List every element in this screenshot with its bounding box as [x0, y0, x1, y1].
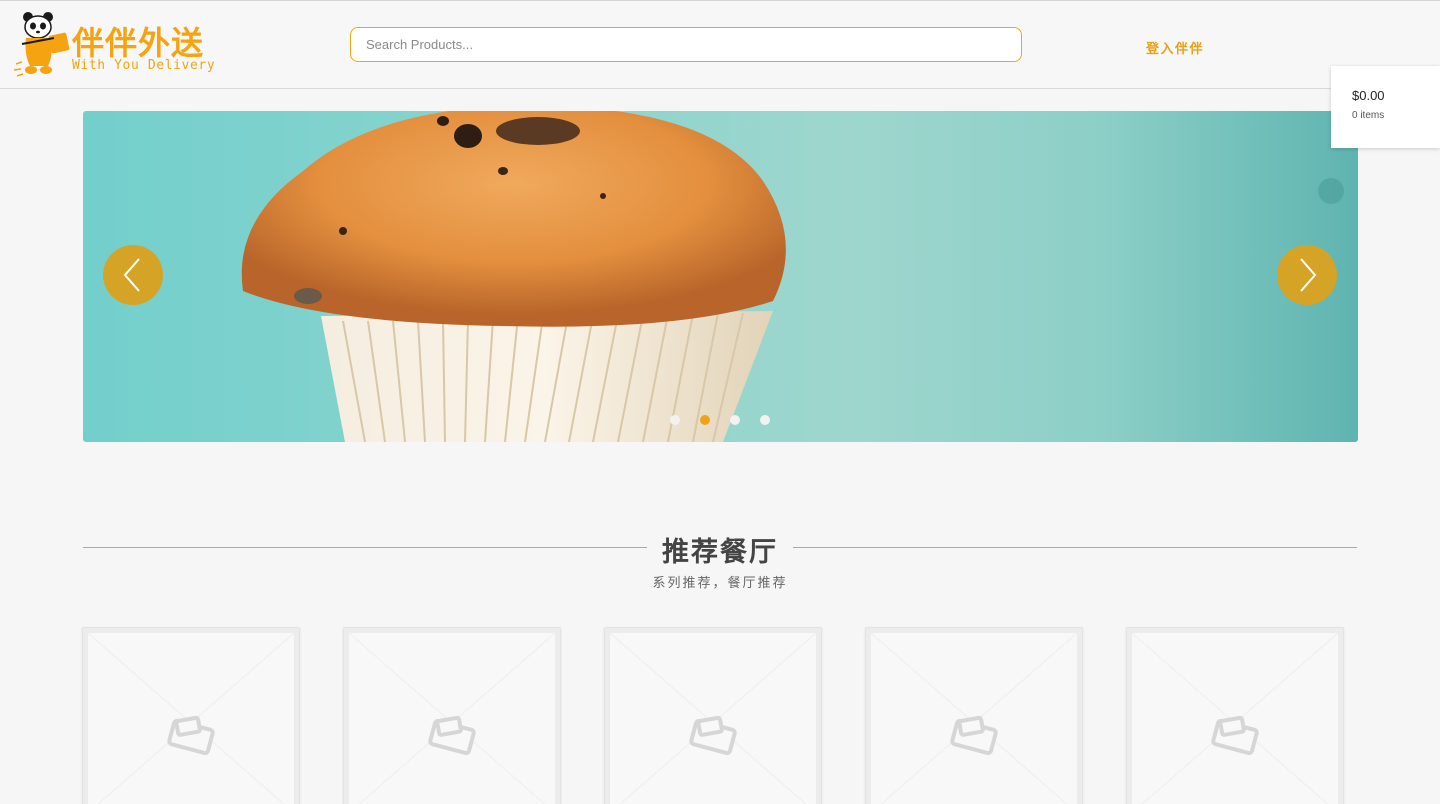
- restaurant-card[interactable]: [865, 627, 1083, 804]
- restaurant-card[interactable]: [604, 627, 822, 804]
- panda-mascot-icon: [13, 12, 70, 77]
- card-image: [88, 633, 294, 804]
- section-divider-left: [83, 547, 647, 548]
- card-image: [1132, 633, 1338, 804]
- brand-logo[interactable]: 伴伴外送 With You Delivery: [13, 10, 224, 80]
- hero-carousel: [83, 111, 1358, 442]
- image-placeholder-icon: [610, 633, 816, 804]
- carousel-dot-2[interactable]: [700, 415, 710, 425]
- image-placeholder-icon: [349, 633, 555, 804]
- image-placeholder-icon: [871, 633, 1077, 804]
- carousel-dot-4[interactable]: [760, 415, 770, 425]
- login-link[interactable]: 登入伴伴: [1146, 38, 1204, 57]
- search-box: [350, 27, 1022, 62]
- cart-item-count: 0 items: [1352, 110, 1385, 121]
- card-image: [610, 633, 816, 804]
- muffin-slide-image: [241, 111, 1344, 442]
- carousel-next-button[interactable]: [1277, 245, 1337, 305]
- card-image: [871, 633, 1077, 804]
- section-subtitle: 系列推荐，餐厅推荐: [652, 576, 788, 591]
- restaurant-card[interactable]: [343, 627, 561, 804]
- image-placeholder-icon: [88, 633, 294, 804]
- restaurant-card[interactable]: [82, 627, 300, 804]
- mini-cart[interactable]: $0.00 0 items: [1331, 66, 1440, 148]
- carousel-pagination: [670, 415, 780, 427]
- chevron-left-icon: [123, 258, 140, 292]
- card-image: [349, 633, 555, 804]
- carousel-dot-3[interactable]: [730, 415, 740, 425]
- logo-text-en: With You Delivery: [72, 58, 216, 73]
- section-divider-right: [793, 547, 1357, 548]
- site-header: 伴伴外送 With You Delivery 登入伴伴: [0, 1, 1440, 89]
- section-title: 推荐餐厅: [662, 537, 778, 568]
- search-input[interactable]: [351, 28, 1021, 61]
- carousel-prev-button[interactable]: [103, 245, 163, 305]
- carousel-dot-1[interactable]: [670, 415, 680, 425]
- cart-total: $0.00: [1352, 88, 1385, 103]
- image-placeholder-icon: [1132, 633, 1338, 804]
- chevron-right-icon: [1300, 258, 1317, 292]
- restaurant-card[interactable]: [1126, 627, 1344, 804]
